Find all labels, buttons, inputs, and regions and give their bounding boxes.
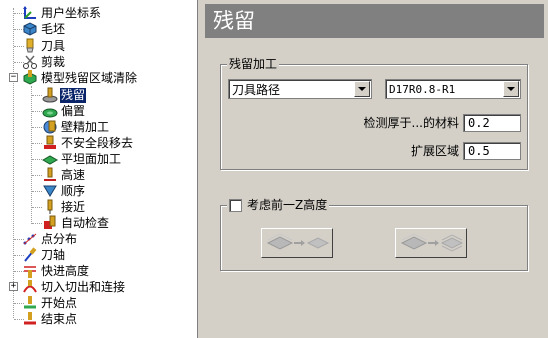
tool-axis-icon	[22, 247, 38, 263]
tree-item-label: 平坦面加工	[61, 151, 122, 166]
previous-z-group: 考虑前一Z高度	[220, 198, 528, 271]
flat-machining-icon	[42, 151, 58, 167]
page-title: 残留	[205, 4, 544, 38]
tree-item-label: 模型残留区域清除	[41, 70, 138, 85]
tree-item-rest[interactable]: 残留	[0, 86, 197, 104]
previous-z-title: 考虑前一Z高度	[227, 198, 330, 212]
end-point-icon	[22, 311, 38, 327]
rest-type-select[interactable]: 刀具路径	[228, 79, 372, 99]
select-value: 刀具路径	[232, 82, 281, 97]
layer-arrow-icon	[400, 233, 464, 252]
tree-item-label: 快进高度	[41, 263, 90, 278]
tree-item-block[interactable]: 毛坯	[0, 21, 197, 37]
point-distribution-icon	[22, 231, 38, 247]
rest-clearance-icon	[22, 70, 38, 86]
tree-item-offset[interactable]: 偏置	[0, 103, 197, 119]
tree-item-start-point[interactable]: 开始点	[0, 295, 197, 311]
high-speed-icon	[42, 167, 58, 183]
tree-item-label: 点分布	[41, 231, 78, 246]
previous-z-option-left-button[interactable]	[261, 228, 333, 258]
tree-item-rest-clearance[interactable]: − 模型残留区域清除	[0, 70, 197, 86]
tree-item-label: 偏置	[61, 103, 86, 118]
rapid-height-icon	[22, 263, 38, 279]
tree-item-auto-verify[interactable]: 自动检查	[0, 215, 197, 231]
expand-area-label: 扩展区域	[410, 144, 459, 158]
tree-item-label: 接近	[61, 199, 86, 214]
tree-item-label: 不安全段移去	[61, 135, 134, 150]
chevron-down-icon[interactable]	[354, 81, 370, 97]
tool-icon	[22, 38, 38, 54]
start-point-icon	[22, 295, 38, 311]
settings-panel: 残留 残留加工 刀具路径 D17R0.8-R1 检测厚于...的材料 0.2 扩…	[199, 0, 548, 338]
unsafe-segment-icon	[42, 135, 58, 151]
chevron-down-icon[interactable]	[503, 81, 519, 97]
toolpath-select[interactable]: D17R0.8-R1	[385, 79, 521, 99]
tree-item-trim[interactable]: 剪裁	[0, 54, 197, 70]
tree-item-flat-machining[interactable]: 平坦面加工	[0, 151, 197, 167]
previous-z-checkbox[interactable]	[229, 198, 242, 212]
tree-item-end-point[interactable]: 结束点	[0, 311, 197, 327]
tree-item-order[interactable]: 顺序	[0, 183, 197, 199]
tree-item-label: 结束点	[41, 311, 78, 326]
tree-item-label: 高速	[61, 167, 86, 182]
layer-arrow-icon	[266, 233, 330, 250]
rest-machining-group: 残留加工 刀具路径 D17R0.8-R1 检测厚于...的材料 0.2 扩展区域…	[220, 57, 528, 170]
tree-item-tool-axis[interactable]: 刀轴	[0, 247, 197, 263]
tree-item-label: 壁精加工	[61, 119, 110, 134]
rest-icon	[42, 87, 58, 103]
block-icon	[22, 21, 38, 37]
offset-icon	[42, 103, 58, 119]
thicker-than-input[interactable]: 0.2	[463, 114, 521, 132]
tree-item-label: 毛坯	[41, 21, 66, 36]
tree-item-leads-links[interactable]: + 切入切出和连接	[0, 279, 197, 295]
feature-tree[interactable]: 用户坐标系 毛坯 刀具 剪裁 − 模型残留区域清除 残留 偏置 壁精加工 不安全…	[0, 0, 198, 338]
thicker-than-label: 检测厚于...的材料	[363, 116, 459, 130]
tree-item-ucs[interactable]: 用户坐标系	[0, 5, 197, 21]
previous-z-option-right-button[interactable]	[395, 228, 467, 258]
tree-item-label: 刀具	[41, 38, 66, 53]
expand-toggle[interactable]: +	[9, 282, 18, 291]
trim-icon	[22, 54, 38, 70]
select-value: D17R0.8-R1	[389, 82, 456, 96]
tree-item-wall-finish[interactable]: 壁精加工	[0, 119, 197, 135]
order-icon	[42, 183, 58, 199]
tree-item-tool[interactable]: 刀具	[0, 38, 197, 54]
previous-z-label: 考虑前一Z高度	[247, 198, 328, 212]
tree-item-label: 剪裁	[41, 54, 66, 69]
auto-verify-icon	[42, 215, 58, 231]
tree-item-label: 刀轴	[41, 247, 66, 262]
tree-item-high-speed[interactable]: 高速	[0, 167, 197, 183]
wall-finish-icon	[42, 119, 58, 135]
approach-icon	[42, 199, 58, 215]
tree-item-label: 开始点	[41, 295, 78, 310]
tree-item-point-distribution[interactable]: 点分布	[0, 231, 197, 247]
collapse-toggle[interactable]: −	[9, 73, 18, 82]
ucs-axis-icon	[22, 5, 38, 21]
expand-area-input[interactable]: 0.5	[463, 142, 521, 160]
tree-item-unsafe-segment[interactable]: 不安全段移去	[0, 135, 197, 151]
tree-item-approach[interactable]: 接近	[0, 199, 197, 215]
leads-links-icon	[22, 279, 38, 295]
tree-item-label: 切入切出和连接	[41, 279, 126, 294]
tree-item-rapid-height[interactable]: 快进高度	[0, 263, 197, 279]
group-title: 残留加工	[227, 57, 280, 71]
tree-item-label: 残留	[58, 86, 88, 104]
tree-item-label: 用户坐标系	[41, 5, 102, 20]
tree-item-label: 自动检查	[61, 215, 110, 230]
tree-item-label: 顺序	[61, 183, 86, 198]
